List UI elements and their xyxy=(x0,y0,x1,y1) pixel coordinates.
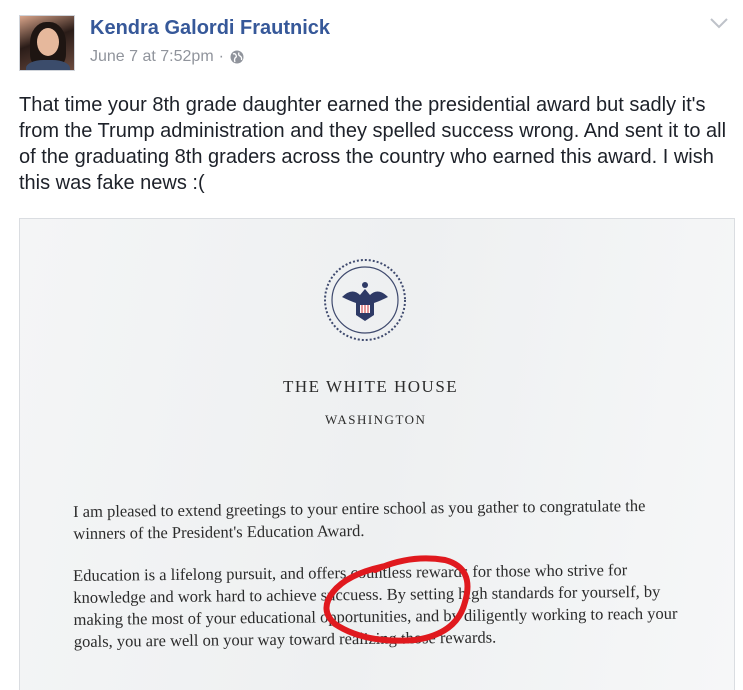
author-name-link[interactable]: Kendra Galordi Frautnick xyxy=(90,17,330,40)
letter-paragraph-1: I am pleased to extend greetings to your… xyxy=(73,496,646,543)
globe-icon[interactable] xyxy=(229,49,245,65)
letterhead-title: THE WHITE HOUSE xyxy=(283,377,459,396)
post-photo[interactable]: THE WHITE HOUSE WASHINGTON I am pleased … xyxy=(19,218,735,690)
chevron-down-icon[interactable] xyxy=(708,15,730,31)
presidential-seal-icon xyxy=(324,259,406,341)
post-timestamp-link[interactable]: June 7 at 7:52pm xyxy=(90,48,214,66)
letterhead-subtitle: WASHINGTON xyxy=(325,412,427,427)
post-body-text: That time your 8th grade daughter earned… xyxy=(19,94,727,194)
profile-avatar[interactable] xyxy=(19,15,75,71)
post-meta: June 7 at 7:52pm · xyxy=(90,48,245,66)
avatar-face xyxy=(37,28,59,56)
meta-separator: · xyxy=(218,48,224,65)
red-circle-annotation xyxy=(323,555,471,644)
avatar-shirt xyxy=(26,60,70,70)
